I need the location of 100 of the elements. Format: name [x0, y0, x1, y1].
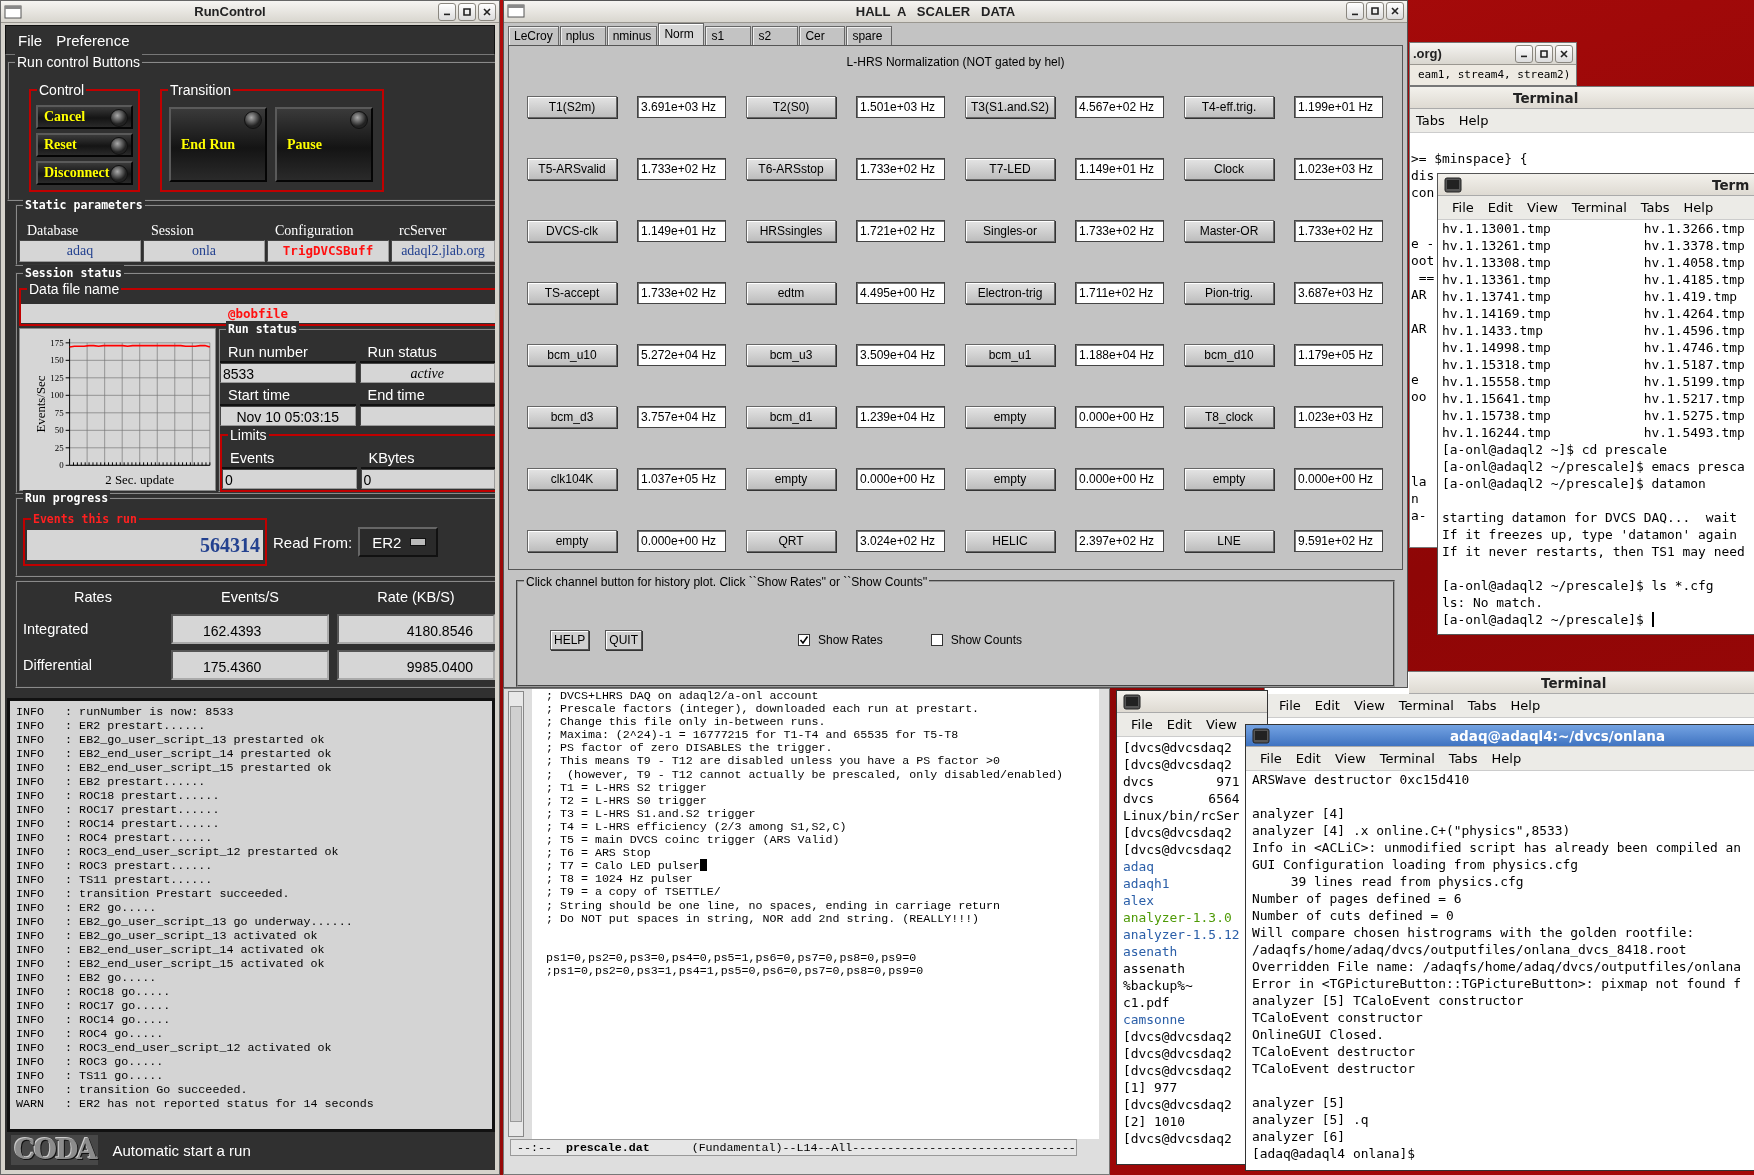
channel-button[interactable]: T5-ARSvalid — [527, 157, 617, 180]
menu-item[interactable]: File — [1131, 717, 1153, 732]
menu-item[interactable]: File — [1279, 698, 1301, 713]
title-bar[interactable]: Term — [1438, 174, 1754, 196]
menu-item[interactable]: View — [1353, 698, 1385, 713]
channel-button[interactable]: bcm_d10 — [1184, 343, 1274, 366]
channel-button[interactable]: T6-ARSstop — [746, 157, 836, 180]
tab[interactable]: Cer — [799, 25, 846, 45]
channel-button[interactable]: T1(S2m) — [527, 95, 617, 118]
scrollbar[interactable] — [508, 691, 524, 1137]
title-bar[interactable]: RunControl — [1, 1, 499, 23]
menu-item[interactable]: View — [1526, 200, 1558, 215]
kbytes-limit-field[interactable]: 0 — [360, 469, 495, 489]
tab[interactable]: nminus — [606, 25, 658, 45]
control-button[interactable]: Cancel — [36, 105, 133, 129]
channel-button[interactable]: Pion-trig. — [1184, 281, 1274, 304]
minimize-button[interactable] — [438, 2, 456, 21]
channel-button[interactable]: Master-OR — [1184, 219, 1274, 242]
events-limit-field[interactable]: 0 — [222, 469, 357, 489]
channel-button[interactable]: bcm_d1 — [746, 405, 836, 428]
minimize-button[interactable] — [1346, 2, 1364, 21]
channel-button[interactable]: T8_clock — [1184, 405, 1274, 428]
channel-button[interactable]: QRT — [746, 529, 836, 552]
menu-item[interactable]: File — [1260, 751, 1282, 766]
checkbox-option[interactable]: Show Counts — [930, 633, 1023, 648]
channel-button[interactable]: bcm_d3 — [527, 405, 617, 428]
menu-item[interactable]: Tabs — [1416, 113, 1445, 128]
channel-button[interactable]: LNE — [1184, 529, 1274, 552]
control-button[interactable]: Reset — [36, 133, 133, 157]
maximize-button[interactable] — [458, 2, 476, 21]
channel-button[interactable]: empty — [1184, 467, 1274, 490]
channel-button[interactable]: clk104K — [527, 467, 617, 490]
channel-button[interactable]: empty — [527, 529, 617, 552]
transition-button[interactable]: Pause — [275, 107, 373, 182]
channel-button[interactable]: Electron-trig — [965, 281, 1055, 304]
dialog-button[interactable]: QUIT — [605, 630, 643, 651]
channel-button[interactable]: HELIC — [965, 529, 1055, 552]
maximize-button[interactable] — [1366, 2, 1384, 21]
tab[interactable]: spare — [846, 25, 893, 45]
dialog-button[interactable]: HELP — [550, 630, 590, 651]
channel-button[interactable]: empty — [965, 467, 1055, 490]
menu-item[interactable]: Help — [1458, 113, 1489, 128]
menu-item[interactable]: File — [18, 31, 43, 49]
channel-button[interactable]: edtm — [746, 281, 836, 304]
channel-button[interactable]: T7-LED — [965, 157, 1055, 180]
menu-item[interactable]: Edit — [1166, 717, 1192, 732]
tab[interactable]: s2 — [752, 25, 799, 45]
channel-button[interactable]: empty — [746, 467, 836, 490]
read-from-dropdown[interactable]: ER2 — [358, 527, 439, 557]
close-button[interactable] — [478, 2, 496, 21]
channel-button[interactable]: bcm_u10 — [527, 343, 617, 366]
title-bar[interactable]: .org) — [1410, 43, 1576, 65]
channel-button[interactable]: empty — [965, 405, 1055, 428]
terminal-line: starting datamon for DVCS DAQ... wait — [1442, 509, 1737, 526]
menu-item[interactable]: File — [1452, 200, 1474, 215]
title-bar[interactable]: Terminal — [1410, 87, 1754, 109]
checkbox[interactable] — [930, 634, 943, 647]
menu-item[interactable]: Tabs — [1448, 751, 1478, 766]
maximize-button[interactable] — [1535, 44, 1553, 63]
tab[interactable]: nplus — [559, 25, 606, 45]
menu-item[interactable]: Help — [1491, 751, 1522, 766]
channel-button[interactable]: Clock — [1184, 157, 1274, 180]
close-button[interactable] — [1386, 2, 1404, 21]
channel-button[interactable]: TS-accept — [527, 281, 617, 304]
channel-button[interactable]: T2(S0) — [746, 95, 836, 118]
channel-button[interactable]: T4-eff.trig. — [1184, 95, 1274, 118]
title-bar[interactable] — [1117, 691, 1267, 713]
menu-item[interactable]: Help — [1510, 698, 1541, 713]
channel-button[interactable]: bcm_u1 — [965, 343, 1055, 366]
tab[interactable]: s1 — [705, 25, 752, 45]
terminal-line: hv.1.13361.tmp hv.1.4185.tmp — [1442, 271, 1745, 288]
menu-item[interactable]: Tabs — [1467, 698, 1497, 713]
transition-button[interactable]: End Run — [169, 107, 267, 182]
menu-item[interactable]: Edit — [1487, 200, 1513, 215]
channel-button[interactable]: T3(S1.and.S2) — [965, 95, 1055, 118]
checkbox[interactable] — [798, 634, 811, 647]
menu-item[interactable]: Edit — [1314, 698, 1340, 713]
menu-item[interactable]: Help — [1683, 200, 1714, 215]
menu-item[interactable]: Terminal — [1379, 751, 1435, 766]
checkbox-option[interactable]: Show Rates — [798, 633, 883, 648]
menu-item[interactable]: View — [1205, 717, 1237, 732]
channel-button[interactable]: bcm_u3 — [746, 343, 836, 366]
title-bar[interactable]: HALL A SCALER DATA — [504, 1, 1407, 23]
terminal-line: Number of pages defined = 6 — [1252, 890, 1462, 907]
channel-button[interactable]: Singles-or — [965, 219, 1055, 242]
title-bar[interactable]: Terminal — [1409, 672, 1754, 694]
close-button[interactable] — [1555, 44, 1573, 63]
tab[interactable]: LeCroy — [508, 25, 559, 45]
menu-item[interactable]: Preference — [56, 31, 130, 49]
channel-button[interactable]: HRSsingles — [746, 219, 836, 242]
tab[interactable]: Norm — [658, 22, 705, 45]
menu-item[interactable]: View — [1334, 751, 1366, 766]
control-button[interactable]: Disconnect — [36, 161, 133, 185]
menu-item[interactable]: Tabs — [1640, 200, 1670, 215]
title-bar[interactable]: adaq@adaql4:~/dvcs/onlana — [1246, 725, 1754, 747]
menu-item[interactable]: Terminal — [1398, 698, 1454, 713]
channel-button[interactable]: DVCS-clk — [527, 219, 617, 242]
minimize-button[interactable] — [1515, 44, 1533, 63]
menu-item[interactable]: Terminal — [1571, 200, 1627, 215]
menu-item[interactable]: Edit — [1295, 751, 1321, 766]
